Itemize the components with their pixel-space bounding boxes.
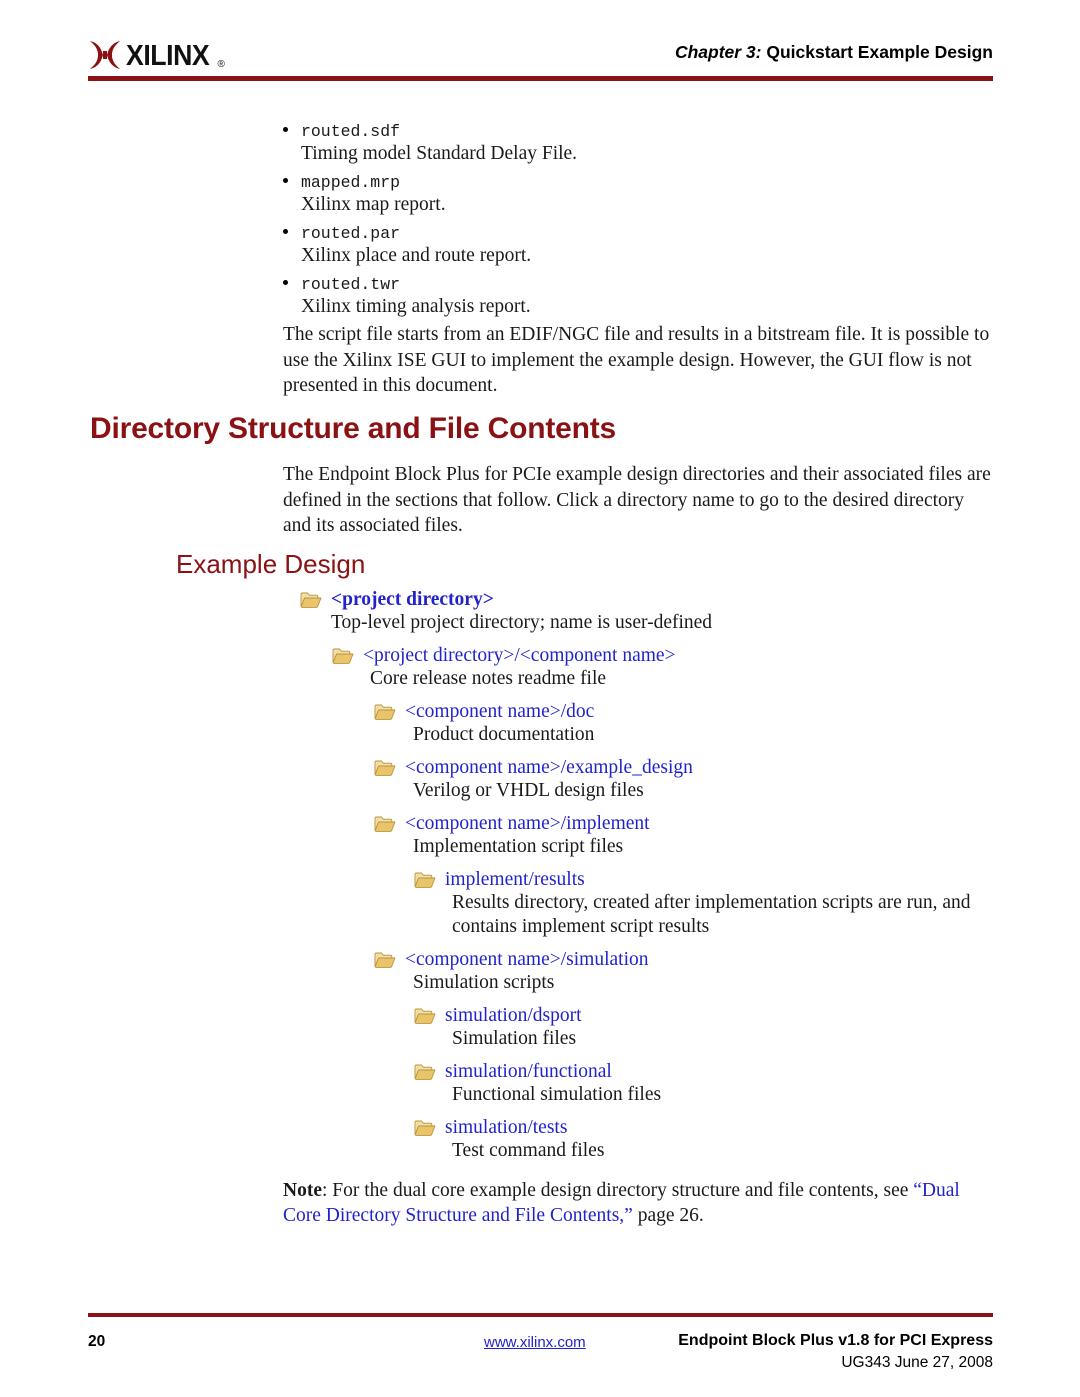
directory-tree: <project directory> Top-level project dir… (0, 588, 1080, 1172)
document-id: UG343 June 27, 2008 (841, 1354, 993, 1371)
tree-item-label[interactable]: simulation/tests (445, 1116, 567, 1139)
tree-item-description: Verilog or VHDL design files (413, 780, 644, 801)
tree-item-row[interactable]: <component name>/doc (374, 700, 1080, 723)
registered-trademark-icon: ® (217, 59, 225, 70)
tree-item-label[interactable]: <component name>/doc (405, 700, 594, 723)
page-footer: 20 www.xilinx.com Endpoint Block Plus v1… (88, 1329, 993, 1389)
file-bullet-list: routed.sdf Timing model Standard Delay F… (283, 122, 983, 326)
tree-item: <project directory>/<component name> Core… (0, 644, 1080, 691)
tree-item-label[interactable]: <project directory> (331, 588, 494, 611)
document-title: Endpoint Block Plus v1.8 for PCI Express (678, 1332, 993, 1349)
list-item: routed.par Xilinx place and route report… (283, 224, 983, 268)
tree-item-description: Implementation script files (413, 836, 624, 857)
xilinx-x-mark-icon (88, 40, 122, 70)
list-item: routed.sdf Timing model Standard Delay F… (283, 122, 983, 166)
tree-item-row[interactable]: simulation/dsport (414, 1004, 1080, 1027)
bullet-dot-icon (283, 127, 288, 132)
tree-item-description: Product documentation (413, 724, 595, 745)
tree-item-description: Test command files (452, 1140, 605, 1161)
file-description: Xilinx place and route report. (301, 245, 532, 266)
chapter-title: Quickstart Example Design (766, 42, 993, 62)
tree-item-description: Simulation scripts (413, 972, 555, 993)
chapter-heading: Chapter 3: Quickstart Example Design (675, 42, 993, 63)
tree-item-label[interactable]: <component name>/implement (405, 812, 650, 835)
intro-paragraph: The script file starts from an EDIF/NGC … (283, 324, 990, 396)
logo-wordmark: XILINX (126, 40, 210, 72)
file-description: Xilinx map report. (301, 194, 446, 215)
xilinx-logo: XILINX ® (88, 36, 225, 72)
folder-icon (374, 759, 396, 777)
bullet-dot-icon (283, 229, 288, 234)
tree-item: <component name>/doc Product documentatio… (0, 700, 1080, 747)
tree-item-description: Functional simulation files (452, 1084, 662, 1105)
tree-item-label[interactable]: <component name>/example_design (405, 756, 693, 779)
file-name: routed.sdf (301, 122, 401, 141)
tree-item-row[interactable]: <project directory>/<component name> (332, 644, 1080, 667)
note-text-after: page 26. (632, 1205, 704, 1226)
folder-icon (414, 1063, 436, 1081)
folder-icon (374, 951, 396, 969)
header-rule (88, 76, 993, 81)
tree-item-row[interactable]: <component name>/simulation (374, 948, 1080, 971)
chapter-number: Chapter 3: (674, 42, 762, 62)
file-name: routed.par (301, 224, 401, 243)
tree-item-description: Top-level project directory; name is use… (331, 612, 713, 633)
folder-icon (374, 815, 396, 833)
folder-icon (332, 647, 354, 665)
tree-item-label[interactable]: <project directory>/<component name> (363, 644, 676, 667)
tree-item-label[interactable]: simulation/functional (445, 1060, 612, 1083)
folder-icon (374, 703, 396, 721)
bullet-dot-icon (283, 178, 288, 183)
page-number: 20 (88, 1333, 106, 1350)
folder-icon (414, 1007, 436, 1025)
footer-rule (88, 1313, 993, 1317)
document-page: XILINX ® Chapter 3: Quickstart Example D… (0, 0, 1080, 1397)
tree-item-row[interactable]: simulation/functional (414, 1060, 1080, 1083)
file-description: Timing model Standard Delay File. (301, 143, 578, 164)
tree-item-description: Results directory, created after impleme… (452, 892, 971, 937)
folder-icon (414, 871, 436, 889)
tree-item: <component name>/example_design Verilog o… (0, 756, 1080, 803)
page-title: Directory Structure and File Contents (90, 412, 617, 445)
file-name: routed.twr (301, 275, 401, 294)
note-label: Note (283, 1180, 322, 1201)
note-paragraph: Note: For the dual core example design d… (283, 1178, 993, 1228)
section-paragraph: The Endpoint Block Plus for PCIe example… (283, 464, 991, 536)
tree-item-label[interactable]: <component name>/simulation (405, 948, 649, 971)
note-text-before: : For the dual core example design direc… (321, 1180, 914, 1201)
tree-item-label[interactable]: implement/results (445, 868, 585, 891)
tree-item: implement/results Results directory, crea… (0, 868, 1080, 939)
xilinx-website-link[interactable]: www.xilinx.com (484, 1334, 586, 1351)
tree-item-row[interactable]: implement/results (414, 868, 1080, 891)
tree-item: <project directory> Top-level project dir… (0, 588, 1080, 635)
tree-item-label[interactable]: simulation/dsport (445, 1004, 582, 1027)
section-heading: Example Design (176, 549, 366, 579)
tree-item-row[interactable]: <component name>/implement (374, 812, 1080, 835)
bullet-dot-icon (283, 280, 288, 285)
tree-item-description: Core release notes readme file (370, 668, 607, 689)
list-item: mapped.mrp Xilinx map report. (283, 173, 983, 217)
tree-item: simulation/functional Functional simulati… (0, 1060, 1080, 1107)
tree-item-row[interactable]: <project directory> (300, 588, 1080, 611)
file-name: mapped.mrp (301, 173, 401, 192)
tree-item: simulation/tests Test command files (0, 1116, 1080, 1163)
tree-item-description: Simulation files (452, 1028, 577, 1049)
tree-item-row[interactable]: <component name>/example_design (374, 756, 1080, 779)
tree-item: <component name>/simulation Simulation sc… (0, 948, 1080, 995)
file-description: Xilinx timing analysis report. (301, 296, 531, 317)
folder-icon (300, 591, 322, 609)
tree-item: <component name>/implement Implementation… (0, 812, 1080, 859)
tree-item: simulation/dsport Simulation files (0, 1004, 1080, 1051)
tree-item-row[interactable]: simulation/tests (414, 1116, 1080, 1139)
folder-icon (414, 1119, 436, 1137)
list-item: routed.twr Xilinx timing analysis report… (283, 275, 983, 319)
